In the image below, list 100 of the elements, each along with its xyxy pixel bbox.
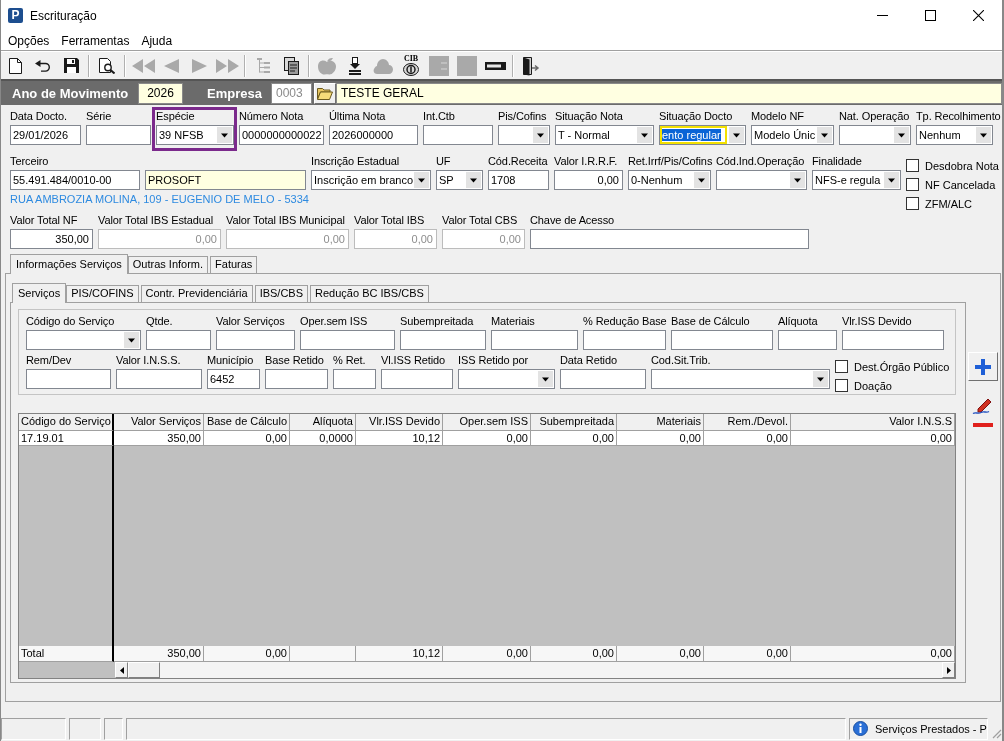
tab[interactable]: IBS/CBS bbox=[254, 285, 309, 302]
text-field[interactable] bbox=[583, 330, 666, 350]
dropdown[interactable] bbox=[498, 125, 550, 145]
year-field[interactable]: 2026 bbox=[138, 82, 183, 104]
tab[interactable]: Outras Inform. bbox=[127, 256, 209, 273]
dropdown[interactable] bbox=[839, 125, 911, 145]
checkbox[interactable] bbox=[906, 197, 919, 210]
checkbox[interactable] bbox=[906, 178, 919, 191]
text-field[interactable] bbox=[146, 330, 211, 350]
text-field[interactable] bbox=[333, 369, 376, 389]
tab[interactable]: Serviços bbox=[12, 283, 67, 303]
text-field[interactable]: 1708 bbox=[488, 170, 549, 190]
documents-icon[interactable] bbox=[283, 56, 299, 75]
dropdown[interactable]: T - Normal bbox=[555, 125, 654, 145]
caret-down-icon[interactable] bbox=[729, 127, 744, 143]
pencil-icon[interactable] bbox=[972, 396, 994, 415]
menu-item[interactable]: Opções bbox=[2, 32, 56, 49]
text-field[interactable]: 6452 bbox=[207, 369, 260, 389]
icon-caption[interactable]: CIB bbox=[403, 55, 419, 63]
text-field[interactable] bbox=[842, 330, 944, 350]
checkbox-label[interactable]: Doação bbox=[854, 379, 892, 392]
tab[interactable]: Redução BC IBS/CBS bbox=[310, 285, 429, 302]
text-field[interactable] bbox=[423, 125, 493, 145]
text-field[interactable] bbox=[381, 369, 453, 389]
caret-down-icon[interactable] bbox=[538, 371, 553, 387]
page-magnifier-icon[interactable] bbox=[99, 57, 115, 74]
caret-down-icon[interactable] bbox=[414, 172, 429, 188]
scroll-thumb[interactable] bbox=[128, 662, 160, 678]
left-triangle-icon[interactable] bbox=[119, 666, 124, 674]
checkbox-label[interactable]: Dest.Órgão Público bbox=[854, 360, 950, 373]
horizontal-scrollbar[interactable] bbox=[115, 662, 955, 678]
close-icon[interactable] bbox=[972, 10, 984, 21]
caret-down-icon[interactable] bbox=[813, 371, 828, 387]
dropdown[interactable]: SP bbox=[436, 170, 483, 190]
company-name-field[interactable]: TESTE GERAL bbox=[336, 82, 1002, 104]
tab[interactable]: PIS/COFINS bbox=[66, 285, 139, 302]
caret-down-icon[interactable] bbox=[694, 172, 709, 188]
dropdown[interactable]: 0-Nenhum bbox=[628, 170, 711, 190]
plus-icon[interactable] bbox=[975, 358, 991, 375]
maximize-icon[interactable] bbox=[924, 10, 936, 21]
resize-grip-icon[interactable] bbox=[990, 728, 1002, 739]
text-field[interactable] bbox=[216, 330, 295, 350]
text-field[interactable]: 2026000000 bbox=[329, 125, 418, 145]
text-field[interactable] bbox=[400, 330, 486, 350]
text-field[interactable] bbox=[265, 369, 328, 389]
dropdown[interactable] bbox=[26, 330, 141, 350]
caret-down-icon[interactable] bbox=[466, 172, 481, 188]
text-field[interactable] bbox=[778, 330, 837, 350]
tab[interactable]: Faturas bbox=[210, 256, 258, 273]
text-field[interactable] bbox=[300, 330, 395, 350]
caret-down-icon[interactable] bbox=[976, 127, 991, 143]
caret-down-icon[interactable] bbox=[533, 127, 548, 143]
scroll-right-button[interactable] bbox=[942, 662, 955, 678]
text-field[interactable]: 55.491.484/0010-00 bbox=[10, 170, 140, 190]
coin-icon[interactable] bbox=[403, 63, 419, 76]
add-button[interactable] bbox=[968, 352, 998, 381]
download-icon[interactable] bbox=[349, 56, 361, 75]
right-triangle-icon[interactable] bbox=[946, 666, 951, 674]
undo-icon[interactable] bbox=[35, 59, 51, 72]
text-field[interactable] bbox=[491, 330, 578, 350]
minimize-icon[interactable] bbox=[876, 15, 888, 16]
dropdown[interactable] bbox=[651, 369, 830, 389]
caret-down-icon[interactable] bbox=[817, 127, 832, 143]
caret-down-icon[interactable] bbox=[124, 332, 139, 348]
checkbox-label[interactable]: ZFM/ALC bbox=[925, 197, 973, 210]
dropdown[interactable] bbox=[458, 369, 555, 389]
text-field[interactable] bbox=[116, 369, 202, 389]
bar-icon[interactable] bbox=[484, 61, 506, 70]
caret-down-icon[interactable] bbox=[790, 172, 805, 188]
dropdown[interactable]: Nenhum bbox=[916, 125, 993, 145]
text-field[interactable] bbox=[560, 369, 646, 389]
exit-door-icon[interactable] bbox=[522, 55, 540, 76]
dropdown[interactable]: Inscrição em branco bbox=[311, 170, 431, 190]
caret-down-icon[interactable] bbox=[637, 127, 652, 143]
menu-item[interactable]: Ajuda bbox=[135, 32, 179, 49]
checkbox[interactable] bbox=[835, 360, 848, 373]
tab[interactable]: Informações Serviços bbox=[10, 254, 128, 274]
caret-down-icon[interactable] bbox=[894, 127, 909, 143]
text-field[interactable] bbox=[86, 125, 151, 145]
caret-down-icon[interactable] bbox=[884, 172, 899, 188]
lookup-field[interactable]: PROSOFT bbox=[145, 170, 306, 190]
checkbox[interactable] bbox=[906, 159, 919, 172]
dropdown[interactable]: Modelo Únic bbox=[751, 125, 834, 145]
text-field[interactable] bbox=[26, 369, 111, 389]
checkbox-label[interactable]: Desdobra Nota bbox=[925, 159, 999, 172]
checkbox[interactable] bbox=[835, 379, 848, 392]
dropdown[interactable]: ento regular bbox=[659, 125, 746, 145]
caret-down-icon[interactable] bbox=[217, 127, 232, 143]
dropdown[interactable]: 39 NFSB bbox=[156, 125, 234, 145]
text-field[interactable] bbox=[530, 229, 809, 249]
number-field[interactable]: 350,00 bbox=[10, 229, 93, 249]
scroll-left-button[interactable] bbox=[115, 662, 128, 678]
document-icon[interactable] bbox=[8, 57, 22, 74]
tab[interactable]: Contr. Previdenciária bbox=[140, 285, 253, 302]
text-field[interactable]: 29/01/2026 bbox=[10, 125, 81, 145]
dropdown[interactable]: NFS-e regula bbox=[812, 170, 901, 190]
checkbox-label[interactable]: NF Cancelada bbox=[925, 178, 996, 191]
dropdown[interactable] bbox=[716, 170, 807, 190]
menu-item[interactable]: Ferramentas bbox=[55, 32, 136, 49]
text-field[interactable]: 0000000000022 bbox=[239, 125, 324, 145]
